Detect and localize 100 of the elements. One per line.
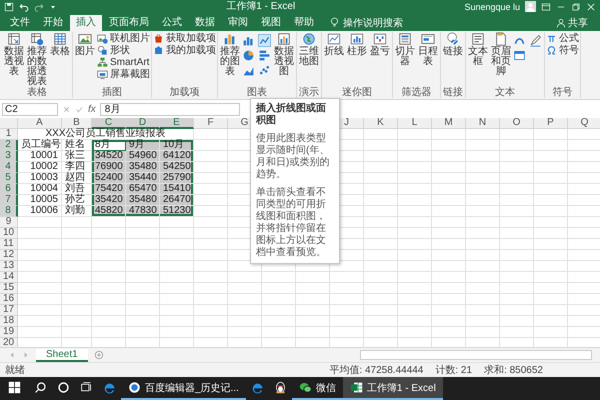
column-header[interactable]: P — [534, 118, 568, 130]
bar-chart-icon[interactable] — [258, 48, 271, 62]
function-label[interactable]: fx — [88, 104, 96, 115]
row-header[interactable]: 18 — [0, 316, 18, 328]
row-header[interactable]: 12 — [0, 250, 18, 262]
ribbon-tab[interactable]: 审阅 — [222, 14, 254, 31]
ribbon-button[interactable]: 符号 — [546, 44, 579, 56]
app-icon[interactable] — [274, 381, 287, 394]
ribbon-button[interactable]: 推荐的图表 — [219, 32, 241, 77]
ribbon-button[interactable]: 切片器 — [394, 32, 416, 67]
sheet-tab[interactable]: Sheet1 — [36, 348, 88, 362]
ribbon-button[interactable]: 三维地图 — [298, 32, 320, 67]
table-cell: 76900 — [92, 162, 126, 174]
ribbon-button[interactable]: 图片 — [74, 32, 96, 57]
row-header[interactable]: 11 — [0, 239, 18, 250]
column-header[interactable]: F — [194, 118, 228, 130]
row-header[interactable]: 17 — [0, 305, 18, 316]
ribbon-button[interactable]: 我的加载项 — [153, 44, 216, 56]
column-header[interactable]: O — [500, 118, 534, 130]
close-icon[interactable] — [586, 2, 596, 12]
ribbon-button[interactable]: 链接 — [442, 32, 464, 57]
ribbon-button[interactable]: 柱形 — [346, 32, 368, 57]
scatter-chart-icon[interactable] — [258, 64, 271, 77]
save-icon[interactable] — [4, 2, 14, 12]
column-header[interactable]: M — [432, 118, 466, 130]
window-icon[interactable] — [513, 48, 526, 62]
formula-field[interactable]: 8月 — [100, 102, 240, 116]
ribbon-tab[interactable]: 页面布局 — [103, 14, 155, 31]
row-header[interactable]: 2 — [0, 140, 18, 152]
taskbar-button[interactable]: 工作簿1 - Excel — [342, 377, 443, 400]
row-header[interactable]: 10 — [0, 228, 18, 240]
add-sheet-icon[interactable] — [94, 350, 104, 360]
ribbon-button[interactable]: SmartArt — [97, 56, 150, 68]
ribbon-tab[interactable]: 插入 — [70, 14, 102, 31]
row-header[interactable]: 8 — [0, 206, 18, 218]
row-header[interactable]: 4 — [0, 162, 18, 174]
column-header[interactable]: C — [92, 118, 126, 130]
column-header[interactable]: Q — [568, 118, 600, 130]
column-header[interactable]: N — [466, 118, 500, 130]
ribbon-button[interactable]: 文本框 — [467, 32, 489, 67]
row-header[interactable]: 20 — [0, 338, 18, 348]
row-header[interactable]: 16 — [0, 294, 18, 306]
ribbon-button[interactable]: 获取加载项 — [153, 32, 216, 44]
column-header[interactable]: D — [126, 118, 160, 130]
share-button[interactable]: 共享 — [550, 14, 594, 31]
row-header[interactable]: 14 — [0, 272, 18, 284]
undo-icon[interactable] — [19, 2, 29, 12]
browser-icon[interactable] — [250, 381, 264, 394]
ribbon-button[interactable]: 屏幕截图 — [97, 68, 150, 80]
ribbon-button[interactable]: 联机图片 — [97, 32, 150, 44]
row-header[interactable]: 3 — [0, 151, 18, 162]
ribbon-tab[interactable]: 公式 — [156, 14, 188, 31]
ribbon-button[interactable]: 表格 — [49, 32, 71, 57]
ribbon-tab[interactable]: 视图 — [255, 14, 287, 31]
pie-chart-icon[interactable] — [242, 48, 255, 62]
row-header[interactable]: 9 — [0, 217, 18, 228]
avatar-icon[interactable] — [525, 1, 536, 12]
ribbon-button[interactable]: 数据透视图 — [273, 32, 295, 77]
ribbon-tab[interactable]: 文件 — [4, 14, 36, 31]
search-icon[interactable] — [34, 381, 47, 394]
ribbon-button[interactable]: 形状 — [97, 44, 150, 56]
ribbon-tab[interactable]: 帮助 — [288, 14, 320, 31]
horizontal-scrollbar[interactable] — [360, 350, 592, 360]
row-header[interactable]: 5 — [0, 173, 18, 184]
column-header[interactable]: A — [18, 118, 62, 130]
redo-icon[interactable] — [34, 2, 44, 12]
ribbon-button[interactable]: 页眉和页脚 — [490, 32, 512, 77]
table-cell: 10003 — [18, 173, 62, 184]
taskbar-button[interactable]: 百度编辑器_历史记... — [121, 377, 246, 400]
column-header[interactable]: K — [364, 118, 398, 130]
ribbon-tab[interactable]: 开始 — [37, 14, 69, 31]
table-cell — [364, 129, 398, 140]
ribbon-button[interactable]: 日程表 — [417, 32, 439, 67]
row-header[interactable]: 15 — [0, 283, 18, 294]
ribbon-tab[interactable]: 数据 — [189, 14, 221, 31]
row-header[interactable]: 7 — [0, 195, 18, 206]
windows-icon[interactable] — [8, 381, 21, 394]
name-box[interactable]: C2 — [2, 102, 58, 116]
browser-icon[interactable] — [103, 381, 116, 394]
enter-icon[interactable] — [75, 104, 84, 114]
cancel-icon[interactable] — [62, 104, 71, 114]
row-header[interactable]: 13 — [0, 261, 18, 272]
ribbon-options-icon[interactable] — [541, 2, 551, 12]
ribbon-button[interactable]: 公式 — [546, 32, 579, 44]
ribbon-button[interactable]: 折线 — [323, 32, 345, 57]
table-cell — [364, 239, 398, 250]
circle-icon[interactable] — [57, 381, 70, 394]
search-hint[interactable]: 操作说明搜索 — [343, 16, 403, 30]
ribbon-button[interactable]: 数据透视表 — [3, 32, 25, 77]
ribbon-button[interactable]: 盈亏 — [369, 32, 391, 57]
row-header[interactable]: 19 — [0, 327, 18, 338]
restore-icon[interactable] — [571, 2, 581, 12]
ribbon-button[interactable]: 推荐的数据透视表 — [26, 32, 48, 87]
column-header[interactable]: E — [160, 118, 194, 130]
row-header[interactable]: 6 — [0, 184, 18, 196]
column-header[interactable]: L — [398, 118, 432, 130]
pen-icon[interactable] — [529, 34, 542, 47]
line-chart-icon[interactable] — [258, 34, 271, 47]
row-header[interactable]: 1 — [0, 129, 18, 140]
column-header[interactable]: B — [62, 118, 92, 130]
